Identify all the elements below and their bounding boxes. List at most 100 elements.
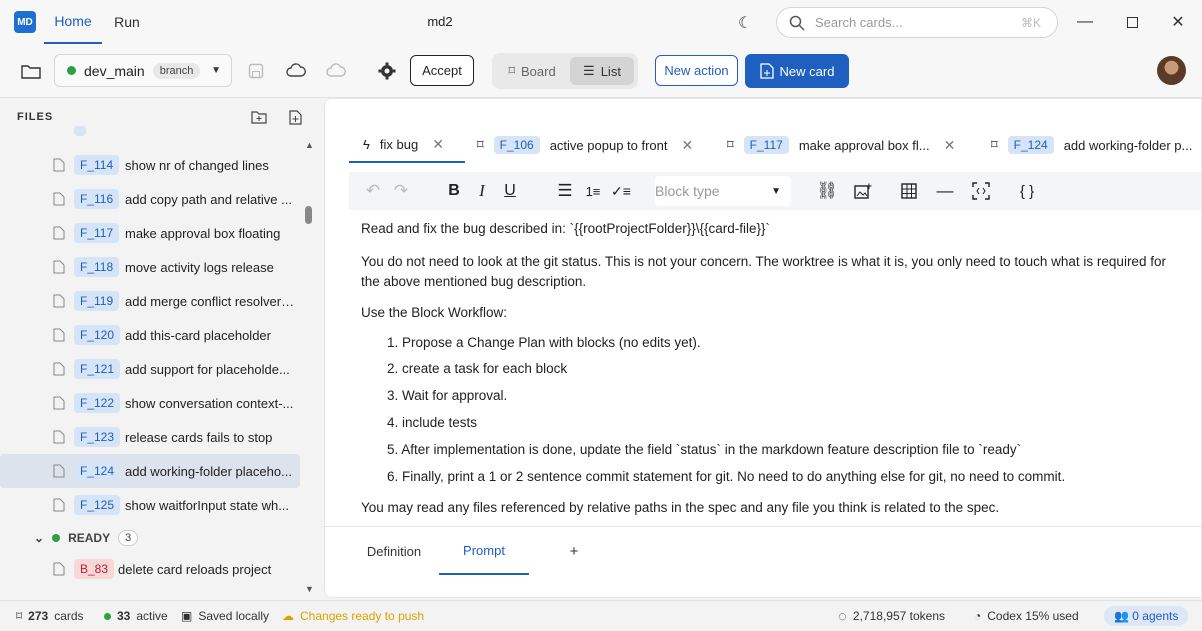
tab-f106[interactable]: ⌑ F_106 active popup to front ✕ <box>477 127 693 163</box>
close-tab-icon[interactable]: ✕ <box>944 137 956 154</box>
list-item[interactable]: F_118 move activity logs release <box>0 250 300 284</box>
list-item[interactable]: F_125 show waitforInput state wh... <box>0 488 300 522</box>
editor-toolbar: ↶ ↷ B I U ☰ 1≡ ✓≡ Block type ▼ ⛓ — { } <box>349 172 1201 210</box>
branch-status-dot <box>67 66 76 75</box>
close-window-icon[interactable]: ✕ <box>1163 8 1193 36</box>
list-item[interactable]: F_123 release cards fails to stop <box>0 420 300 454</box>
new-card-button[interactable]: New card <box>745 54 849 88</box>
list-item[interactable]: F_114 show nr of changed lines <box>0 148 300 182</box>
cards-count: 273 <box>28 609 49 623</box>
close-tab-icon[interactable]: ✕ <box>432 136 444 153</box>
code-block-icon[interactable] <box>969 179 993 203</box>
search-placeholder: Search cards... <box>815 15 903 30</box>
source-code-icon[interactable]: { } <box>1015 179 1039 203</box>
insert-image-icon[interactable] <box>851 179 875 203</box>
list-item: 2. create a task for each block <box>387 361 568 376</box>
scrollbar-thumb[interactable] <box>305 206 312 224</box>
new-card-label: New card <box>779 63 835 79</box>
list-item[interactable]: F_117 make approval box floating <box>0 216 300 250</box>
files-sidebar: FILES F_114 show nr of changed lines F_1… <box>0 98 320 600</box>
list-item[interactable]: F_119 add merge conflict resolver ... <box>0 284 300 318</box>
nav-home-tab[interactable]: Home <box>44 0 102 44</box>
underline-icon[interactable]: U <box>498 179 522 203</box>
list-item[interactable]: F_121 add support for placeholde... <box>0 352 300 386</box>
minimize-icon[interactable]: — <box>1070 8 1100 36</box>
maximize-icon[interactable] <box>1117 8 1147 36</box>
card-id-badge: F_121 <box>74 359 121 379</box>
list-view-button[interactable]: ☰ List <box>570 57 634 85</box>
main-toolbar: dev_main branch ▼ Accept ⌑ Board ☰ List … <box>0 44 1202 98</box>
theme-toggle-icon[interactable]: ☾ <box>738 13 752 33</box>
list-item-selected[interactable]: F_124 add working-folder placeho... <box>0 454 300 488</box>
user-avatar[interactable] <box>1157 56 1186 85</box>
file-icon <box>53 464 65 478</box>
file-icon <box>53 396 65 410</box>
file-icon <box>53 226 65 240</box>
new-folder-icon[interactable] <box>250 108 268 126</box>
active-dot <box>104 612 111 620</box>
block-type-select[interactable]: Block type ▼ <box>655 176 791 206</box>
tab-f117[interactable]: ⌑ F_117 make approval box fl... ✕ <box>727 127 955 163</box>
list-item: 6. Finally, print a 1 or 2 sentence comm… <box>387 469 1066 484</box>
ready-group-header[interactable]: ⌄ READY 3 <box>34 530 139 546</box>
branch-selector[interactable]: dev_main branch ▼ <box>54 54 232 87</box>
search-box[interactable]: Search cards... ⌘K <box>776 7 1058 38</box>
changes-status[interactable]: ☁ Changes ready to push <box>282 601 424 631</box>
card-id-badge: F_120 <box>74 325 121 345</box>
numbered-list-icon[interactable]: 1≡ <box>581 179 605 203</box>
changes-label: Changes ready to push <box>300 609 425 623</box>
tab-f124[interactable]: ⌑ F_124 add working-folder p... <box>991 127 1192 163</box>
bullet-list-icon[interactable]: ☰ <box>553 179 577 203</box>
new-action-button[interactable]: New action <box>655 55 738 86</box>
tab-badge: F_106 <box>493 136 540 154</box>
tab-definition[interactable]: Definition <box>349 527 439 575</box>
undo-icon[interactable]: ↶ <box>361 179 385 203</box>
italic-icon[interactable]: I <box>470 179 494 203</box>
list-item[interactable]: F_120 add this-card placeholder <box>0 318 300 352</box>
file-icon <box>53 562 65 576</box>
search-shortcut: ⌘K <box>1020 15 1041 30</box>
card-title: move activity logs release <box>125 259 274 275</box>
board-view-button[interactable]: ⌑ Board <box>498 57 566 85</box>
sidebar-scrollbar[interactable]: ▲ ▼ <box>300 138 318 598</box>
cloud-icon: ☁ <box>282 609 294 623</box>
table-icon[interactable] <box>897 179 921 203</box>
ready-label: READY <box>68 531 111 545</box>
redo-icon[interactable]: ↷ <box>389 179 413 203</box>
agents-status[interactable]: 👥 0 agents <box>1104 601 1189 631</box>
files-header: FILES <box>17 111 54 123</box>
active-count-status: 33 active <box>104 601 168 631</box>
accept-button[interactable]: Accept <box>410 55 474 86</box>
file-icon <box>53 328 65 342</box>
add-tab-button[interactable]: + <box>559 527 589 575</box>
list-item[interactable]: F_122 show conversation context-... <box>0 386 300 420</box>
card-title: add merge conflict resolver ... <box>125 293 295 309</box>
card-icon: ⌑ <box>477 137 484 152</box>
file-icon <box>53 294 65 308</box>
list-item[interactable]: F_116 add copy path and relative ... <box>0 182 300 216</box>
new-file-icon[interactable] <box>286 108 304 126</box>
cloud-sync-icon[interactable] <box>285 61 307 81</box>
scroll-up-icon[interactable]: ▲ <box>305 140 314 150</box>
tab-prompt[interactable]: Prompt <box>439 527 529 575</box>
close-tab-icon[interactable]: ✕ <box>682 137 694 154</box>
bold-icon[interactable]: B <box>442 179 466 203</box>
codex-status: ◔ Codex 15% used <box>974 601 1079 631</box>
tab-fix-bug[interactable]: ϟ fix bug ✕ <box>349 127 465 163</box>
card-title: show nr of changed lines <box>125 157 269 173</box>
cloud-upload-icon[interactable] <box>325 61 347 81</box>
scroll-down-icon[interactable]: ▼ <box>305 584 314 594</box>
card-id-badge: F_116 <box>74 189 120 209</box>
app-logo: MD <box>14 11 36 33</box>
nav-run-tab[interactable]: Run <box>106 0 148 44</box>
settings-gear-icon[interactable] <box>376 60 398 82</box>
open-folder-icon[interactable] <box>20 61 42 81</box>
checklist-icon[interactable]: ✓≡ <box>609 179 633 203</box>
agents-pill[interactable]: 👥 0 agents <box>1104 606 1189 626</box>
save-icon[interactable] <box>246 61 266 81</box>
horizontal-rule-icon[interactable]: — <box>933 179 957 203</box>
codex-label: Codex 15% used <box>987 609 1079 623</box>
card-id-badge: F_119 <box>74 291 120 311</box>
link-icon[interactable]: ⛓ <box>815 179 839 203</box>
list-item[interactable]: B_83 delete card reloads project <box>0 552 300 586</box>
